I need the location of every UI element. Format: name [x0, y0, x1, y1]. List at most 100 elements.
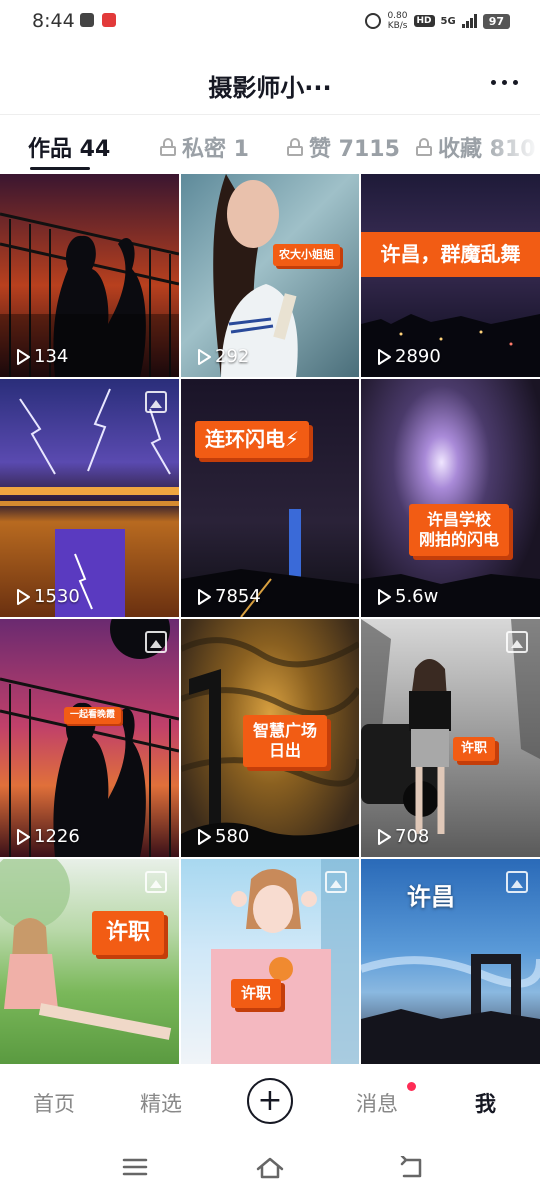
network-speed-unit: KB/s	[387, 21, 408, 31]
video-caption: 许职	[453, 737, 496, 762]
video-caption: 许昌，群魔乱舞	[361, 232, 540, 277]
video-caption-line: 许昌学校	[427, 510, 492, 529]
image-post-icon	[145, 391, 167, 413]
play-icon	[378, 588, 391, 605]
play-icon	[17, 828, 30, 845]
view-count-value: 580	[215, 826, 250, 847]
lightning-cloud-image	[361, 574, 540, 617]
view-count: 580	[197, 826, 249, 847]
create-button[interactable]: +	[247, 1078, 293, 1124]
view-count: 1530	[16, 586, 80, 607]
image-post-icon	[145, 631, 167, 653]
video-caption: 许职	[92, 911, 165, 955]
video-caption: 连环闪电⚡	[195, 421, 310, 458]
back-icon[interactable]	[398, 1156, 426, 1180]
hd-badge: HD	[413, 15, 435, 27]
video-tile[interactable]: 许职	[0, 859, 179, 1064]
hdr-notification-icon	[102, 13, 116, 27]
video-tile[interactable]: 连环闪电⚡ 7854	[181, 379, 359, 617]
tab-likes-label: 赞 7115	[309, 137, 400, 162]
network-speed-value: 0.80	[387, 11, 408, 21]
gallery-notification-icon	[80, 13, 94, 27]
view-count: 5.6w	[377, 586, 438, 607]
video-caption-line: 日出	[269, 741, 302, 760]
page-title: 摄影师小···	[208, 74, 332, 102]
play-icon	[378, 828, 391, 845]
more-dot-icon	[491, 80, 496, 85]
image-post-icon	[506, 631, 528, 653]
lock-icon	[287, 138, 303, 156]
video-caption: 一起看晚霞	[64, 707, 122, 725]
view-count: 7854	[197, 586, 261, 607]
image-post-icon	[506, 871, 528, 893]
video-tile[interactable]: 许昌，群魔乱舞 2890	[361, 174, 540, 377]
video-tile[interactable]: 一起看晚霞 1226	[0, 619, 179, 857]
lock-icon	[416, 138, 432, 156]
view-count-value: 708	[395, 826, 430, 847]
alarm-icon	[365, 13, 382, 29]
status-right-group: 0.80 KB/s HD 5G 97	[365, 11, 510, 31]
tab-private-label: 私密 1	[182, 137, 249, 162]
notification-dot	[407, 1082, 416, 1091]
home-icon[interactable]	[255, 1156, 285, 1180]
battery-icon: 97	[482, 13, 510, 29]
video-caption: 许昌	[407, 883, 455, 911]
play-icon	[198, 588, 211, 605]
more-options-button[interactable]	[491, 80, 518, 85]
video-tile[interactable]: 农大小姐姐 292	[181, 174, 359, 377]
image-post-icon	[325, 871, 347, 893]
tabs-fade	[480, 115, 540, 174]
view-count: 292	[197, 346, 249, 367]
video-grid: 134 农大小姐姐 292 许昌，群魔乱舞 2890 1530 连环闪电⚡ 78…	[0, 174, 540, 1064]
nav-home[interactable]: 首页	[33, 1088, 75, 1118]
status-left-icons	[80, 13, 116, 27]
play-icon	[17, 348, 30, 365]
network-type: 5G	[440, 15, 456, 27]
lock-icon	[160, 138, 176, 156]
silhouette-couple-image	[0, 619, 179, 857]
status-time: 8:44	[32, 10, 75, 32]
girl-with-car-image	[361, 619, 540, 834]
video-caption: 智慧广场 日出	[243, 715, 328, 767]
tab-works-label: 作品 44	[28, 137, 111, 162]
view-count: 708	[377, 826, 429, 847]
video-tile[interactable]: 许昌	[361, 859, 540, 1064]
video-tile[interactable]: 许昌学校 刚拍的闪电 5.6w	[361, 379, 540, 617]
system-navigation-bar	[0, 1138, 540, 1200]
more-dot-icon	[513, 80, 518, 85]
video-caption: 农大小姐姐	[273, 244, 340, 266]
network-speed: 0.80 KB/s	[387, 11, 407, 31]
nav-featured[interactable]: 精选	[140, 1088, 182, 1118]
video-tile[interactable]: 许职 708	[361, 619, 540, 857]
video-caption: 许昌学校 刚拍的闪电	[409, 504, 510, 556]
video-tile[interactable]: 智慧广场 日出 580	[181, 619, 359, 857]
play-icon	[17, 588, 30, 605]
active-tab-indicator	[30, 167, 90, 170]
video-tile[interactable]: 许职	[181, 859, 359, 1064]
night-tower-image	[181, 509, 359, 617]
tab-works[interactable]: 作品 44	[28, 131, 110, 163]
play-icon	[198, 348, 211, 365]
play-icon	[198, 828, 211, 845]
view-count-value: 7854	[215, 586, 261, 607]
menu-icon[interactable]	[122, 1156, 148, 1178]
play-icon	[378, 348, 391, 365]
tab-likes[interactable]: 赞 7115	[287, 131, 400, 163]
view-count: 1226	[16, 826, 80, 847]
view-count-value: 1226	[34, 826, 80, 847]
nav-me[interactable]: 我	[475, 1088, 496, 1118]
video-tile[interactable]: 1530	[0, 379, 179, 617]
profile-header: 摄影师小···	[0, 50, 540, 114]
tab-private[interactable]: 私密 1	[160, 131, 249, 163]
view-count-value: 5.6w	[395, 586, 439, 607]
status-bar: 8:44 0.80 KB/s HD 5G 97	[0, 0, 540, 44]
video-caption-line: 刚拍的闪电	[419, 530, 500, 549]
view-count-value: 292	[215, 346, 250, 367]
view-count: 2890	[377, 346, 441, 367]
video-tile[interactable]: 134	[0, 174, 179, 377]
signal-icon	[461, 14, 477, 28]
view-count-value: 1530	[34, 586, 80, 607]
profile-tabs: 作品 44 私密 1 赞 7115 收藏 810	[0, 114, 540, 174]
view-count: 134	[16, 346, 68, 367]
nav-messages[interactable]: 消息	[356, 1088, 398, 1118]
